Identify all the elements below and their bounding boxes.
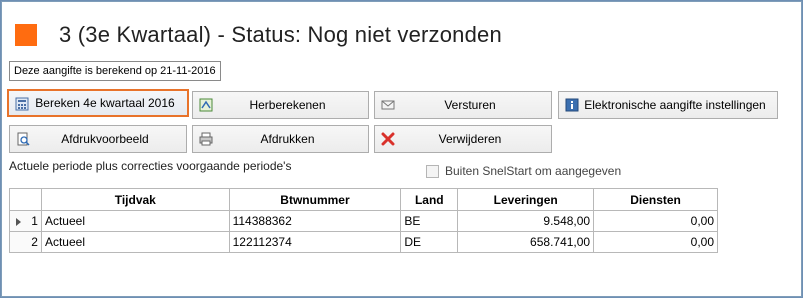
row-number: 1: [31, 214, 38, 228]
verwijderen-button[interactable]: Verwijderen: [374, 125, 552, 153]
printer-icon: [199, 132, 213, 146]
afdrukvoorbeeld-label: Afdrukvoorbeeld: [61, 132, 149, 146]
versturen-button[interactable]: Versturen: [374, 91, 552, 119]
section-label: Actuele periode plus correcties voorgaan…: [9, 159, 292, 173]
calculated-info: Deze aangifte is berekend op 21-11-2016: [9, 61, 221, 81]
elektronische-aangifte-label: Elektronische aangifte instellingen: [584, 98, 766, 112]
buiten-snelstart-checkbox-row[interactable]: Buiten SnelStart om aangegeven: [426, 164, 621, 178]
cell-diensten[interactable]: 0,00: [593, 231, 718, 253]
row-number: 2: [31, 235, 38, 249]
column-header-btwnummer[interactable]: Btwnummer: [228, 188, 402, 211]
cell-btwnummer[interactable]: 122112374: [228, 231, 402, 253]
settings-info-icon: [565, 98, 579, 112]
cell-tijdvak[interactable]: Actueel: [40, 231, 230, 253]
column-header-tijdvak[interactable]: Tijdvak: [40, 188, 230, 211]
afdrukken-button[interactable]: Afdrukken: [192, 125, 369, 153]
column-header-diensten[interactable]: Diensten: [593, 188, 718, 211]
delete-icon: [381, 132, 395, 146]
cell-land[interactable]: BE: [400, 210, 459, 232]
row-header[interactable]: 2: [9, 231, 42, 253]
send-icon: [381, 100, 395, 110]
table-row[interactable]: 1 Actueel 114388362 BE 9.548,00 0,00: [9, 210, 718, 232]
page-title: 3 (3e Kwartaal) - Status: Nog niet verzo…: [59, 22, 502, 47]
cell-diensten[interactable]: 0,00: [593, 210, 718, 232]
elektronische-aangifte-button[interactable]: Elektronische aangifte instellingen: [558, 91, 778, 119]
table-row[interactable]: 2 Actueel 122112374 DE 658.741,00 0,00: [9, 231, 718, 253]
versturen-label: Versturen: [444, 98, 496, 112]
status-indicator: [15, 24, 37, 46]
buiten-snelstart-label: Buiten SnelStart om aangegeven: [445, 164, 622, 178]
buiten-snelstart-checkbox[interactable]: [426, 164, 439, 178]
herberekenen-button[interactable]: Herberekenen: [192, 91, 369, 119]
title-row: 3 (3e Kwartaal) - Status: Nog niet verzo…: [15, 22, 502, 48]
column-header-land[interactable]: Land: [400, 188, 459, 211]
cell-land[interactable]: DE: [400, 231, 459, 253]
aangifte-table: Tijdvak Btwnummer Land Leveringen Dienst…: [9, 188, 718, 253]
cell-leveringen[interactable]: 658.741,00: [457, 231, 595, 253]
column-header-leveringen[interactable]: Leveringen: [457, 188, 595, 211]
verwijderen-label: Verwijderen: [438, 132, 502, 146]
afdrukvoorbeeld-button[interactable]: Afdrukvoorbeeld: [9, 125, 187, 153]
herberekenen-label: Herberekenen: [249, 98, 326, 112]
current-row-arrow-icon: [16, 218, 21, 226]
row-header-corner: [9, 188, 42, 211]
cell-btwnummer[interactable]: 114388362: [228, 210, 402, 232]
cell-leveringen[interactable]: 9.548,00: [457, 210, 595, 232]
calculator-icon: [15, 97, 29, 111]
bereken-label: Bereken 4e kwartaal 2016: [35, 96, 175, 110]
print-preview-icon: [17, 132, 30, 146]
cell-tijdvak[interactable]: Actueel: [40, 210, 230, 232]
afdrukken-label: Afdrukken: [260, 132, 315, 146]
row-header[interactable]: 1: [9, 210, 42, 232]
recalculate-icon: [199, 98, 213, 112]
bereken-button[interactable]: Bereken 4e kwartaal 2016: [7, 89, 189, 117]
table-header-row: Tijdvak Btwnummer Land Leveringen Dienst…: [9, 188, 718, 211]
window-content: 3 (3e Kwartaal) - Status: Nog niet verzo…: [1, 1, 802, 297]
